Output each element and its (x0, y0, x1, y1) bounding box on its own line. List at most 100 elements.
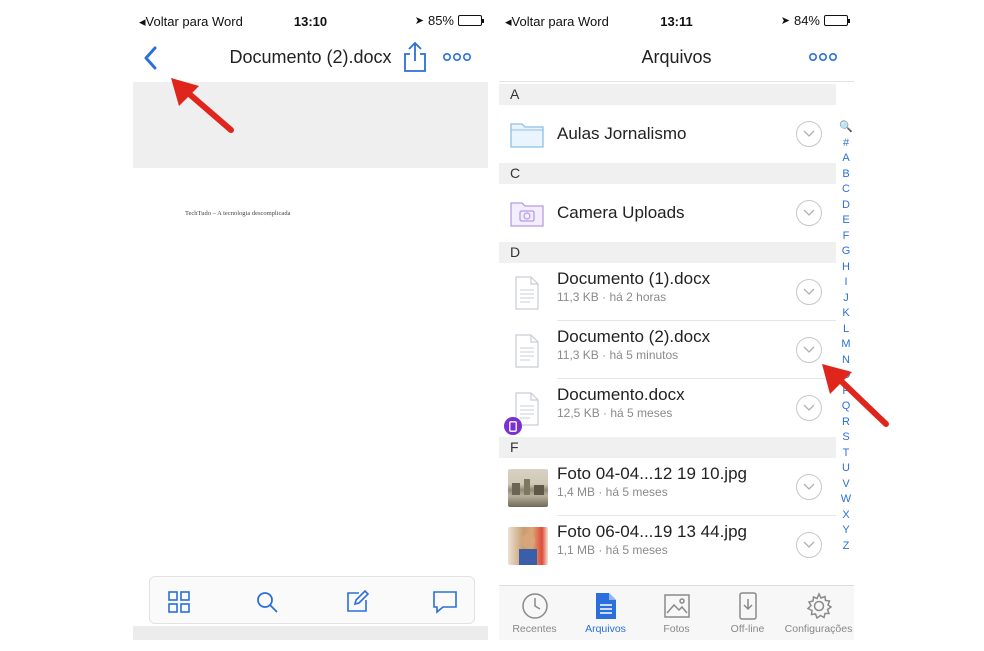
document-toolbar (149, 576, 475, 624)
files-screen: ◂Voltar para Word 13:11 ➤ 84% Arquivos A… (499, 10, 854, 640)
chevron-down-icon[interactable] (796, 121, 822, 147)
tab-arquivos[interactable]: Arquivos (570, 586, 641, 640)
item-meta: 1,4 MB · há 5 meses (557, 485, 668, 499)
location-icon: ➤ (414, 15, 424, 27)
list-item[interactable]: Aulas Jornalismo (499, 105, 836, 163)
document-icon (509, 276, 545, 310)
list-item[interactable]: Documento (1).docx 11,3 KB · há 2 horas (499, 263, 836, 321)
tab-label: Off-line (730, 623, 765, 635)
battery-percent: 85% (427, 13, 454, 28)
index-letter[interactable]: V (839, 477, 853, 493)
list-item[interactable]: Documento (2).docx 11,3 KB · há 5 minuto… (499, 321, 836, 379)
grid-icon[interactable] (166, 589, 192, 615)
chevron-down-icon[interactable] (796, 474, 822, 500)
index-letter[interactable]: Y (839, 523, 853, 539)
item-meta: 12,5 KB · há 5 meses (557, 406, 673, 420)
list-item[interactable]: Documento.docx 12,5 KB · há 5 meses (499, 379, 836, 437)
list-item[interactable]: Camera Uploads (499, 184, 836, 242)
item-name: Documento (2).docx (557, 327, 711, 346)
bottom-strip (133, 626, 488, 640)
chevron-down-icon[interactable] (796, 279, 822, 305)
index-letter[interactable]: X (839, 508, 853, 524)
tab-label: Arquivos (585, 623, 626, 635)
tab-bar: Recentes Arquivos Fotos Off-line Configu… (499, 585, 854, 640)
comment-icon[interactable] (432, 589, 458, 615)
index-letter[interactable]: C (839, 182, 853, 198)
item-name: Camera Uploads (557, 203, 685, 222)
photo-icon (663, 594, 690, 618)
index-letter[interactable]: D (839, 198, 853, 214)
index-letter[interactable]: K (839, 306, 853, 322)
index-letter[interactable]: 🔍 (839, 120, 853, 136)
tab-label: Fotos (663, 623, 690, 635)
more-dots-icon[interactable] (807, 48, 839, 66)
document-title: Documento (2).docx (229, 47, 392, 67)
index-letter[interactable]: B (839, 167, 853, 183)
tab-offline[interactable]: Off-line (712, 586, 783, 640)
list-item[interactable]: Foto 04-04...12 19 10.jpg 1,4 MB · há 5 … (499, 458, 836, 516)
item-meta: 1,1 MB · há 5 meses (557, 543, 668, 557)
tab-label: Configurações (784, 623, 853, 635)
document-icon (509, 334, 545, 368)
index-letter[interactable]: T (839, 446, 853, 462)
battery-icon (824, 15, 850, 26)
item-name: Documento.docx (557, 385, 685, 404)
gear-icon (806, 592, 832, 620)
annotation-arrow-back (171, 78, 234, 133)
tab-configuracoes[interactable]: Configurações (783, 586, 854, 640)
index-letter[interactable]: W (839, 492, 853, 508)
clock-icon (521, 593, 548, 619)
status-bar: ◂Voltar para Word 13:10 ➤ 85% (133, 10, 488, 34)
index-letter[interactable]: # (839, 136, 853, 152)
index-letter[interactable]: U (839, 461, 853, 477)
index-letter[interactable]: S (839, 430, 853, 446)
document-body-text: TechTudo – A tecnologia descomplicada (185, 210, 291, 217)
status-battery: ➤ 84% (780, 13, 850, 28)
tab-fotos[interactable]: Fotos (641, 586, 712, 640)
index-letter[interactable]: F (839, 229, 853, 245)
photo-thumbnail (508, 527, 548, 565)
battery-percent: 84% (793, 13, 820, 28)
list-item[interactable]: Foto 06-04...19 13 44.jpg 1,1 MB · há 5 … (499, 516, 836, 574)
index-letter[interactable]: A (839, 151, 853, 167)
index-letter[interactable]: G (839, 244, 853, 260)
item-meta: 11,3 KB · há 5 minutos (557, 348, 679, 362)
index-letter[interactable]: Z (839, 539, 853, 555)
tab-recentes[interactable]: Recentes (499, 586, 570, 640)
edit-icon[interactable] (344, 589, 370, 615)
search-icon[interactable] (254, 589, 280, 615)
camera-folder-icon (509, 197, 545, 231)
index-letter[interactable]: M (839, 337, 853, 353)
index-letter[interactable]: H (839, 260, 853, 276)
file-list: A Aulas Jornalismo C Camera Uploads D Do… (499, 84, 836, 574)
section-header: F (499, 437, 836, 458)
tab-label: Recentes (512, 623, 557, 635)
file-icon (595, 593, 616, 619)
index-letter[interactable]: I (839, 275, 853, 291)
folder-icon (509, 118, 545, 152)
annotation-arrow-chevron (822, 364, 889, 427)
chevron-down-icon[interactable] (796, 532, 822, 558)
more-dots-icon[interactable] (441, 48, 473, 66)
status-bar: ◂Voltar para Word 13:11 ➤ 84% (499, 10, 854, 34)
location-icon: ➤ (780, 15, 790, 27)
section-header: C (499, 163, 836, 184)
index-letter[interactable]: L (839, 322, 853, 338)
item-name: Aulas Jornalismo (557, 124, 687, 143)
offline-badge-icon (504, 417, 522, 435)
chevron-down-icon[interactable] (796, 200, 822, 226)
index-letter[interactable]: J (839, 291, 853, 307)
offline-icon (738, 592, 757, 620)
section-header: D (499, 242, 836, 263)
section-header: A (499, 84, 836, 105)
nav-bar: Arquivos (499, 34, 854, 82)
alphabet-index[interactable]: 🔍#ABCDEFGHIJKLMNOPQRSTUVWXYZ (839, 120, 853, 554)
item-name: Documento (1).docx (557, 269, 711, 288)
share-icon[interactable] (401, 40, 429, 74)
status-battery: ➤ 85% (414, 13, 484, 28)
battery-icon (458, 15, 484, 26)
index-letter[interactable]: E (839, 213, 853, 229)
item-meta: 11,3 KB · há 2 horas (557, 290, 667, 304)
screen-title: Arquivos (641, 47, 712, 67)
item-name: Foto 06-04...19 13 44.jpg (557, 522, 747, 541)
